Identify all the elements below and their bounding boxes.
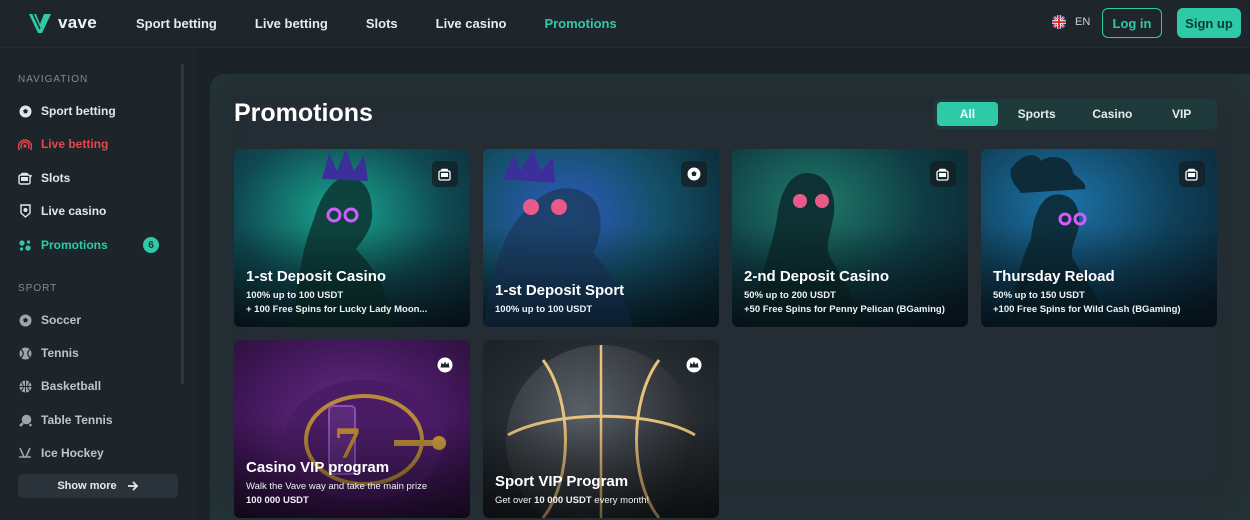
promo-title: 1-st Deposit Casino [246,268,387,285]
promo-filter-tabs: All Sports Casino VIP [934,99,1217,129]
sidebar-item-sport-betting[interactable]: Sport betting [18,101,178,121]
show-more-button[interactable]: Show more [18,474,178,498]
sidebar-item-soccer[interactable]: Soccer [18,310,178,330]
sidebar-item-label: Sport betting [41,104,116,118]
sidebar-item-live-casino[interactable]: Live casino [18,201,178,221]
sidebar-item-label: Table Tennis [41,413,113,427]
hockey-stick-icon [18,446,32,460]
table-tennis-icon [18,413,32,427]
sidebar-item-table-tennis[interactable]: Table Tennis [18,410,178,430]
signup-button[interactable]: Sign up [1177,8,1241,38]
sidebar-item-slots[interactable]: Slots [18,168,178,188]
promo-line-2: +50 Free Spins for Penny Pelican (BGamin… [744,304,945,315]
promo-card-sport-vip[interactable]: Sport VIP Program Get over 10 000 USDT e… [483,340,719,518]
promo-line-1: 100% up to 100 USDT [495,304,593,315]
sidebar-item-basketball[interactable]: Basketball [18,376,178,396]
promo-line-2: 100 000 USDT [246,495,309,506]
basketball-icon [18,379,32,393]
promo-title: Sport VIP Program [495,473,629,490]
navigation-heading: NAVIGATION [18,74,89,85]
tab-all[interactable]: All [937,102,998,126]
language-code: EN [1075,16,1091,28]
nav-live-casino[interactable]: Live casino [436,16,507,31]
chip-icon [18,204,32,218]
promo-line-1: 50% up to 150 USDT [993,290,1085,301]
promo-card-1st-deposit-casino[interactable]: 1-st Deposit Casino 100% up to 100 USDT … [234,149,470,327]
soccer-ball-icon [681,161,707,187]
sidebar-item-tennis[interactable]: Tennis [18,343,178,363]
sidebar-item-label: Promotions [41,238,108,252]
tab-casino[interactable]: Casino [1076,102,1150,126]
promo-card-thursday-reload[interactable]: Thursday Reload 50% up to 150 USDT +100 … [981,149,1217,327]
promo-line-2: + 100 Free Spins for Lucky Lady Moon... [246,304,428,315]
promo-amount: 10 000 USDT [534,495,592,506]
login-button[interactable]: Log in [1102,8,1162,38]
promo-line-1: Walk the Vave way and take the main priz… [246,481,428,492]
live-broadcast-icon [18,137,32,151]
nav-live-betting[interactable]: Live betting [255,16,328,31]
sidebar-scrollbar[interactable] [181,64,184,384]
promo-text: Get over [495,495,535,506]
crown-icon [432,352,458,378]
sidebar-item-label: Soccer [41,313,82,327]
promotions-count-badge: 6 [143,237,159,253]
promo-title: Casino VIP program [246,459,390,476]
sidebar-item-label: Live casino [41,204,107,218]
tennis-ball-icon [18,346,32,360]
soccer-ball-icon [18,104,32,118]
page-title: Promotions [234,99,373,127]
promo-line-1: 50% up to 200 USDT [744,290,836,301]
vave-logo-icon [29,13,51,33]
slot-icon [930,161,956,187]
promo-title: 1-st Deposit Sport [495,282,625,299]
promo-title: Thursday Reload [993,268,1115,285]
promo-line-2: +100 Free Spins for Wild Cash (BGaming) [993,304,1181,315]
language-selector[interactable]: EN [1052,15,1090,29]
slot-icon [1179,161,1205,187]
promo-text: every month! [591,495,650,506]
promo-card-1st-deposit-sport[interactable]: 1-st Deposit Sport 100% up to 100 USDT [483,149,719,327]
promo-card-2nd-deposit-casino[interactable]: 2-nd Deposit Casino 50% up to 200 USDT +… [732,149,968,327]
show-more-label: Show more [57,480,117,492]
sidebar-item-live-betting[interactable]: Live betting [18,134,178,154]
vave-logo[interactable]: vave [28,12,97,34]
sidebar-item-label: Ice Hockey [41,446,104,460]
uk-flag-icon [1052,15,1066,29]
nav-sport-betting[interactable]: Sport betting [136,16,217,31]
sidebar-item-ice-hockey[interactable]: Ice Hockey [18,443,178,463]
nav-promotions[interactable]: Promotions [544,16,616,31]
nav-slots[interactable]: Slots [366,16,398,31]
slot-machine-icon [18,171,32,185]
top-bar: vave Sport betting Live betting Slots Li… [0,0,1250,48]
promotions-icon [18,238,32,252]
slot-icon [432,161,458,187]
crown-icon [681,352,707,378]
sidebar-item-label: Live betting [41,137,109,151]
brand-name: vave [58,13,98,32]
promo-line-1: Get over 10 000 USDT every month! [495,495,649,506]
arrow-right-icon [127,481,138,491]
sidebar-item-label: Basketball [41,379,102,393]
sport-heading: SPORT [18,283,58,294]
promo-card-casino-vip[interactable]: 7 Casino VIP program Walk the Vave way a… [234,340,470,518]
soccer-ball-icon [18,313,32,327]
promo-line-1: 100% up to 100 USDT [246,290,344,301]
tab-vip[interactable]: VIP [1149,102,1214,126]
sidebar-item-label: Tennis [41,346,79,360]
sidebar-item-label: Slots [41,171,71,185]
promo-title: 2-nd Deposit Casino [744,268,890,285]
tab-sports[interactable]: Sports [998,102,1076,126]
main-nav: Sport betting Live betting Slots Live ca… [136,16,655,31]
